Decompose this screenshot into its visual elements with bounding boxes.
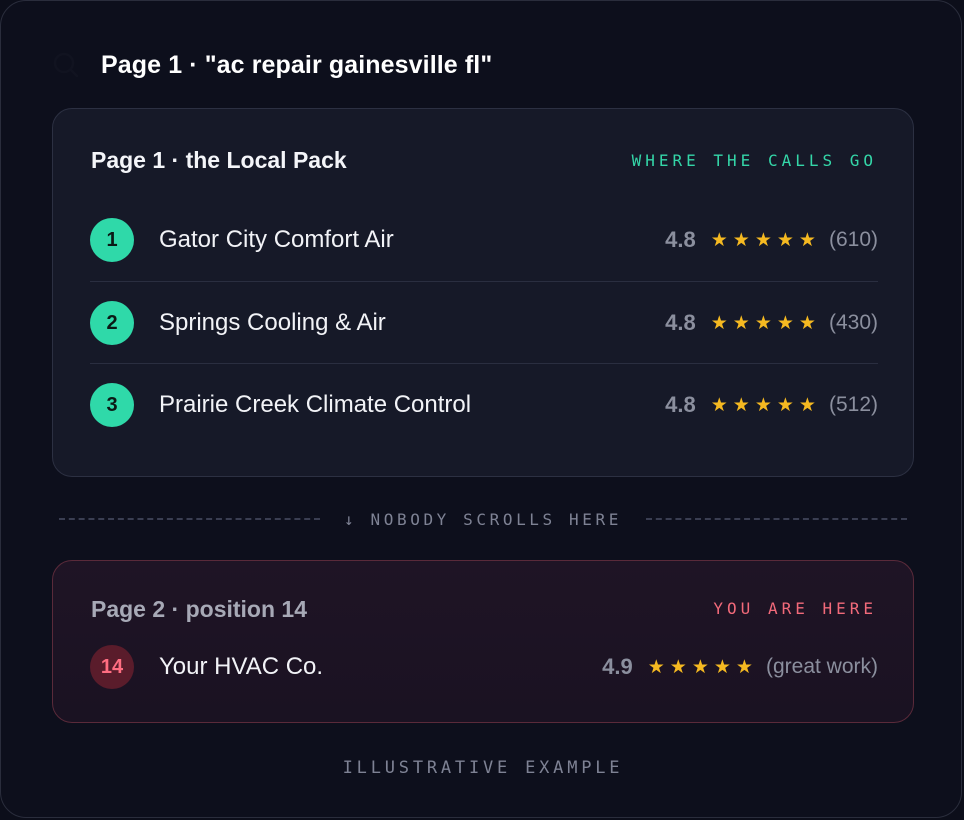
- star-icon: ★: [798, 312, 816, 334]
- star-icon: ★: [776, 312, 794, 334]
- star-rating: ★ ★ ★ ★ ★: [711, 396, 816, 415]
- business-name: Springs Cooling & Air: [159, 309, 386, 336]
- you-are-here-tag: YOU ARE HERE: [713, 599, 877, 618]
- star-icon: ★: [713, 656, 731, 678]
- dashed-line-left: [59, 518, 321, 520]
- star-icon: ★: [754, 394, 772, 416]
- business-name: Prairie Creek Climate Control: [159, 391, 472, 418]
- nobody-scrolls-text: NOBODY SCROLLS HERE: [370, 509, 622, 529]
- dashed-line-right: [645, 518, 907, 520]
- star-icon: ★: [732, 312, 750, 334]
- star-icon: ★: [710, 229, 728, 251]
- your-listing-title: Page 2 · position 14: [91, 596, 307, 622]
- where-calls-go-tag: WHERE THE CALLS GO: [631, 151, 877, 170]
- rating: 4.9 ★ ★ ★ ★ ★ (great work): [602, 654, 878, 680]
- review-count: (430): [828, 311, 878, 334]
- rank-badge: 3: [90, 383, 134, 427]
- rank-badge: 14: [90, 645, 134, 689]
- star-icon: ★: [798, 394, 816, 416]
- star-icon: ★: [669, 656, 687, 678]
- review-count: (610): [828, 228, 878, 251]
- star-icon: ★: [798, 229, 816, 251]
- local-pack-title: Page 1 · the Local Pack: [91, 147, 347, 173]
- star-icon: ★: [776, 394, 794, 416]
- star-icon: ★: [776, 229, 794, 251]
- rating: 4.8 ★ ★ ★ ★ ★ (610): [665, 227, 878, 253]
- star-rating: ★ ★ ★ ★ ★: [711, 231, 816, 250]
- star-icon: ★: [732, 394, 750, 416]
- illustration-frame: Page 1 · "ac repair gainesville fl" Page…: [0, 0, 962, 818]
- star-icon: ★: [754, 312, 772, 334]
- rating-score: 4.9: [602, 654, 633, 679]
- rating-score: 4.8: [665, 392, 696, 417]
- rating-score: 4.8: [665, 310, 696, 335]
- review-note: (great work): [765, 655, 878, 678]
- rank-badge: 1: [90, 218, 134, 262]
- your-listing-row: 14 Your HVAC Co. 4.9 ★ ★ ★ ★ ★ (great work): [90, 645, 878, 689]
- star-icon: ★: [735, 656, 753, 678]
- rank-badge: 2: [90, 301, 134, 345]
- star-rating: ★ ★ ★ ★ ★: [648, 658, 753, 677]
- your-listing-card: Page 2 · position 14 YOU ARE HERE 14 You…: [52, 560, 914, 723]
- search-query-bar: Page 1 · "ac repair gainesville fl": [53, 49, 492, 81]
- star-icon: ★: [710, 312, 728, 334]
- rating: 4.8 ★ ★ ★ ★ ★ (430): [665, 310, 878, 336]
- nobody-scrolls-divider: ↓ NOBODY SCROLLS HERE: [59, 507, 907, 531]
- star-icon: ★: [710, 394, 728, 416]
- rating-score: 4.8: [665, 227, 696, 252]
- local-pack-row-3: 3 Prairie Creek Climate Control 4.8 ★ ★ ★ ★…: [90, 364, 878, 446]
- star-rating: ★ ★ ★ ★ ★: [711, 314, 816, 333]
- star-icon: ★: [754, 229, 772, 251]
- business-name: Your HVAC Co.: [159, 653, 324, 680]
- review-count: (512): [828, 393, 878, 416]
- local-pack-row-2: 2 Springs Cooling & Air 4.8 ★ ★ ★ ★ ★ (430): [90, 282, 878, 364]
- arrow-down-icon: ↓: [344, 509, 358, 529]
- rating: 4.8 ★ ★ ★ ★ ★ (512): [665, 392, 878, 418]
- business-name: Gator City Comfort Air: [159, 226, 394, 253]
- search-icon: [53, 52, 79, 78]
- star-icon: ★: [691, 656, 709, 678]
- nobody-scrolls-label: ↓ NOBODY SCROLLS HERE: [344, 510, 622, 529]
- star-icon: ★: [647, 656, 665, 678]
- search-query-text: Page 1 · "ac repair gainesville fl": [101, 50, 493, 79]
- illustrative-example-caption: ILLUSTRATIVE EXAMPLE: [342, 758, 624, 778]
- star-icon: ★: [732, 229, 750, 251]
- local-pack-row-1: 1 Gator City Comfort Air 4.8 ★ ★ ★ ★ ★ (610): [90, 199, 878, 281]
- local-pack-card: Page 1 · the Local Pack WHERE THE CALLS …: [52, 108, 914, 477]
